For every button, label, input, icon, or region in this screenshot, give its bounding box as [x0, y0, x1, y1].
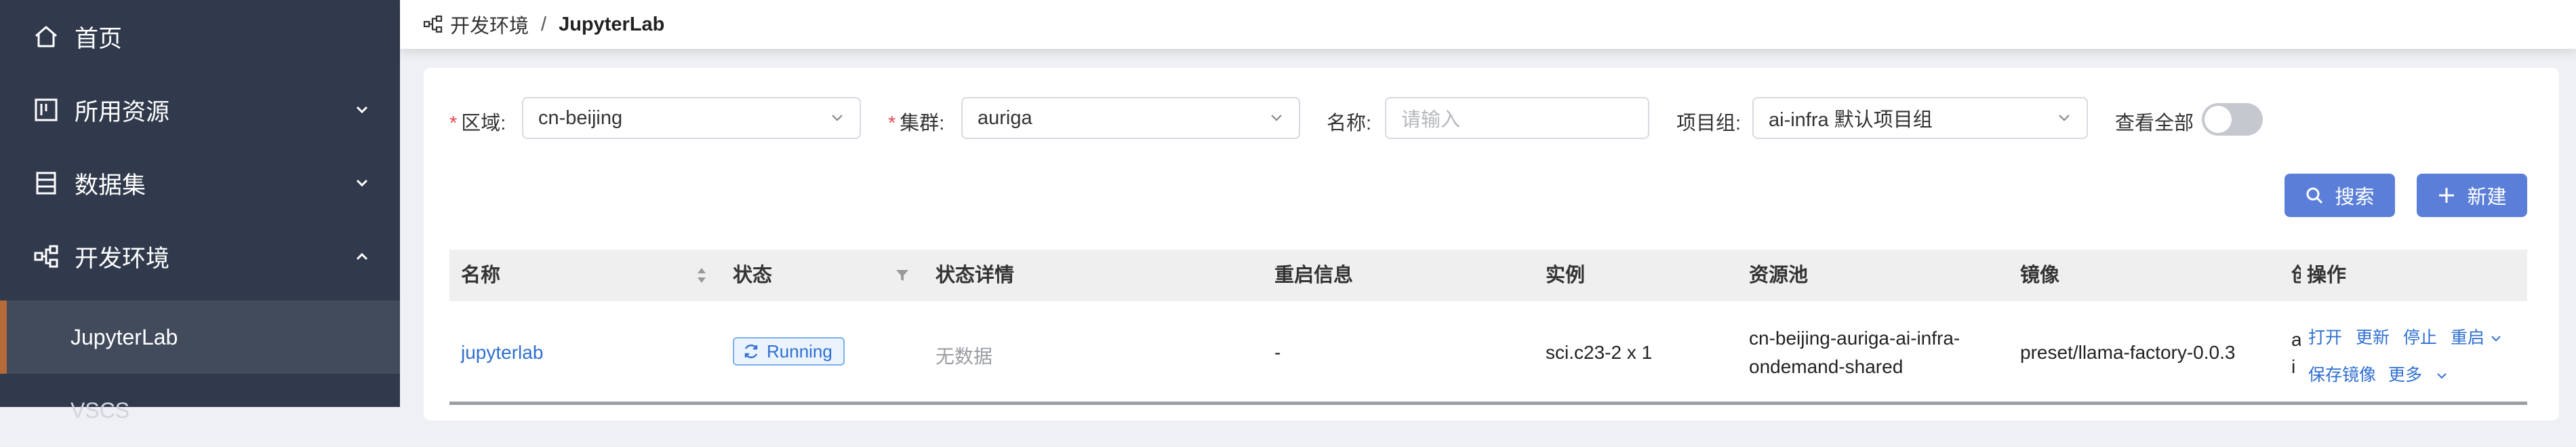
- column-header-pool: 资源池: [1749, 265, 1809, 286]
- required-mark: *: [888, 113, 896, 134]
- sidebar: 首页 所用资源 数据集 开发环境 JupyterLab VSCS: [0, 0, 400, 423]
- restart-label: 重启: [2451, 328, 2485, 347]
- name-input-placeholder: 请输入: [1401, 109, 1461, 131]
- row-created-clip1: a: [2291, 329, 2301, 350]
- name-label: 名称:: [1327, 113, 1372, 134]
- breadcrumb-separator: /: [541, 13, 547, 35]
- table-header: 名称 状态 状态详情 重启信息 实例 资源池 镜像 创建 操作: [449, 250, 2527, 301]
- column-header-status-detail: 状态详情: [935, 265, 1015, 286]
- dev-env-icon: [34, 245, 58, 268]
- dataset-icon: [36, 172, 56, 195]
- view-all-label: 查看全部: [2115, 113, 2194, 134]
- table-scrollbar[interactable]: [449, 402, 2527, 405]
- cluster-select[interactable]: auriga: [961, 97, 1300, 139]
- search-button-label: 搜索: [2335, 187, 2375, 208]
- search-icon: [2306, 187, 2323, 204]
- update-link[interactable]: 更新: [2356, 324, 2390, 349]
- chevron-down-icon: [832, 115, 843, 121]
- sidebar-item-home[interactable]: 首页: [0, 0, 400, 73]
- sidebar-item-dev-env[interactable]: 开发环境: [0, 220, 400, 293]
- sidebar-subitem-jupyterlab[interactable]: JupyterLab: [0, 300, 400, 374]
- sidebar-item-resources[interactable]: 所用资源: [0, 73, 400, 147]
- sidebar-subitem-label: JupyterLab: [71, 324, 178, 349]
- sidebar-subitem-vscs[interactable]: VSCS: [0, 374, 400, 447]
- sidebar-item-label: 开发环境: [75, 245, 170, 272]
- status-badge-label: Running: [767, 341, 832, 362]
- region-label: * 区域:: [449, 113, 506, 134]
- row-restart-info: -: [1274, 342, 1281, 363]
- plus-icon: [2439, 188, 2455, 203]
- row-status-detail: 无数据: [935, 346, 993, 367]
- breadcrumb-parent[interactable]: 开发环境: [450, 10, 529, 39]
- home-icon: [35, 26, 57, 47]
- sidebar-item-label: 首页: [75, 25, 123, 52]
- sidebar-item-datasets[interactable]: 数据集: [0, 147, 400, 220]
- filter-icon[interactable]: [894, 267, 910, 284]
- column-header-name[interactable]: 名称: [461, 250, 500, 301]
- chevron-down-icon: [2437, 373, 2447, 379]
- save-image-link[interactable]: 保存镜像: [2308, 362, 2376, 386]
- row-pool-line1: cn-beijing-auriga-ai-infra-: [1749, 328, 1960, 349]
- column-header-actions: 操作: [2307, 265, 2347, 286]
- chevron-down-icon: [2059, 115, 2070, 121]
- column-header-instance: 实例: [1546, 265, 1586, 286]
- chevron-down-icon: [1271, 115, 1282, 121]
- column-header-created-clipped: 创建: [2291, 250, 2301, 301]
- search-button[interactable]: 搜索: [2285, 174, 2395, 217]
- column-header-restart-info: 重启信息: [1274, 265, 1354, 286]
- stop-link[interactable]: 停止: [2403, 324, 2437, 349]
- sidebar-item-label: 数据集: [75, 172, 146, 199]
- dev-env-icon: [423, 15, 443, 33]
- row-image: preset/llama-factory-0.0.3: [2020, 342, 2236, 363]
- project-select-value: ai-infra 默认项目组: [1769, 109, 1933, 131]
- create-button-label: 新建: [2467, 187, 2507, 208]
- required-mark: *: [449, 113, 458, 134]
- row-pool-line2: ondemand-shared: [1749, 356, 1904, 377]
- project-select[interactable]: ai-infra 默认项目组: [1752, 97, 2088, 139]
- chevron-down-icon: [356, 179, 368, 187]
- column-header-image: 镜像: [2020, 265, 2060, 286]
- chevron-down-icon: [2491, 336, 2501, 342]
- view-all-toggle[interactable]: [2202, 103, 2263, 136]
- status-badge: Running: [733, 337, 845, 366]
- name-input[interactable]: 请输入: [1385, 97, 1649, 139]
- cluster-select-value: auriga: [978, 106, 1032, 129]
- sidebar-item-label: 所用资源: [75, 98, 170, 125]
- resource-icon: [35, 98, 58, 121]
- create-button[interactable]: 新建: [2417, 174, 2527, 217]
- breadcrumb: 开发环境 / JupyterLab: [400, 0, 2576, 49]
- sidebar-subitem-label: VSCS: [71, 397, 130, 423]
- chevron-up-icon: [356, 252, 368, 260]
- open-link[interactable]: 打开: [2308, 324, 2342, 349]
- breadcrumb-current: JupyterLab: [559, 13, 665, 35]
- sort-icon[interactable]: [695, 265, 708, 286]
- row-name-link[interactable]: jupyterlab: [461, 342, 543, 364]
- refresh-icon: [744, 344, 758, 359]
- chevron-down-icon: [356, 106, 368, 114]
- row-instance: sci.c23-2 x 1: [1546, 342, 1653, 363]
- more-dropdown[interactable]: 更多: [2388, 362, 2449, 386]
- cluster-label: * 集群:: [888, 113, 945, 134]
- region-select-value: cn-beijing: [538, 106, 623, 129]
- restart-dropdown[interactable]: 重启: [2451, 324, 2503, 349]
- row-created-clip2: i: [2291, 356, 2296, 377]
- project-label: 项目组:: [1676, 113, 1742, 134]
- toggle-knob: [2205, 106, 2232, 133]
- more-label: 更多: [2388, 366, 2423, 385]
- column-header-status: 状态: [733, 265, 773, 286]
- region-select[interactable]: cn-beijing: [522, 97, 861, 139]
